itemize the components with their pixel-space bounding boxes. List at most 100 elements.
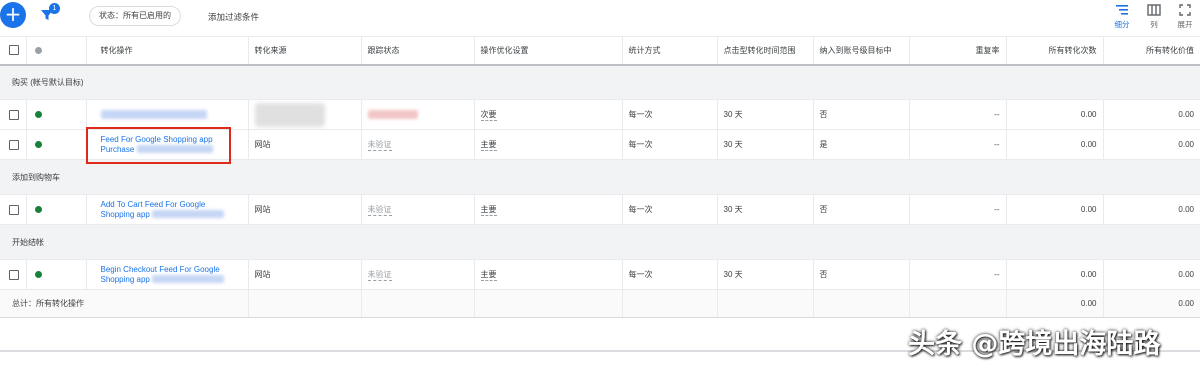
action-name-cell[interactable]: Add To Cart Feed For Google Shopping app (86, 194, 249, 225)
status-header (26, 36, 87, 66)
toolbar: + 1 状态：所有已启用的 添加过滤条件 细分 列 展开 (0, 0, 1200, 36)
header-tracking[interactable]: 跟踪状态 (361, 36, 475, 66)
include-value: 否 (813, 259, 910, 290)
tracking-value[interactable]: 未验证 (367, 140, 392, 151)
expand-label: 展开 (1177, 20, 1193, 29)
segment-label: 细分 (1114, 20, 1130, 29)
conversions-value: 0.00 (1006, 194, 1104, 225)
action-name-link[interactable]: Begin Checkout Feed For Google (101, 265, 242, 275)
tracking-value[interactable]: 未验证 (367, 270, 392, 281)
select-all-cell (0, 36, 27, 66)
select-all-checkbox[interactable] (9, 45, 19, 56)
conversion-actions-table: 转化操作 转化来源 跟踪状态 操作优化设置 统计方式 点击型转化时间范围 纳入到… (0, 36, 1200, 318)
status-dot-icon (34, 47, 42, 55)
source-value: 网站 (248, 194, 362, 225)
group-label: 添加到购物车 (0, 159, 1200, 195)
filter-count-badge: 1 (49, 3, 60, 14)
header-window[interactable]: 点击型转化时间范围 (717, 36, 814, 66)
table-header-row: 转化操作 转化来源 跟踪状态 操作优化设置 统计方式 点击型转化时间范围 纳入到… (0, 36, 1200, 66)
columns-label: 列 (1150, 20, 1158, 29)
counting-value: 每一次 (622, 194, 718, 225)
plus-icon[interactable]: + (0, 2, 26, 28)
total-row: 总计：所有转化操作 0.00 0.00 (0, 289, 1200, 318)
action-name-link-line2[interactable]: Shopping app (101, 210, 150, 219)
include-value: 否 (813, 99, 910, 130)
tracking-value[interactable]: 未验证 (367, 205, 392, 216)
segment-button[interactable]: 细分 (1107, 4, 1137, 30)
columns-button[interactable]: 列 (1139, 4, 1169, 30)
optimization-value[interactable]: 主要 (480, 205, 497, 216)
conversions-value: 0.00 (1006, 129, 1104, 160)
dup-rate-value: -- (909, 194, 1007, 225)
conversion-value: 0.00 (1103, 194, 1200, 225)
table-row[interactable]: Feed For Google Shopping app Purchase 网站… (0, 129, 1200, 160)
redacted-action-suffix (152, 275, 225, 284)
group-row: 添加到购物车 (0, 159, 1200, 195)
row-checkbox[interactable] (9, 269, 19, 280)
include-value: 是 (813, 129, 910, 160)
add-filter-button[interactable]: 添加过滤条件 (208, 11, 259, 23)
conversion-value: 0.00 (1103, 129, 1200, 160)
conversions-value: 0.00 (1006, 259, 1104, 290)
optimization-value[interactable]: 主要 (480, 140, 497, 151)
table-row[interactable]: 次要 每一次 30 天 否 -- 0.00 0.00 (0, 99, 1200, 130)
action-name-cell[interactable]: Feed For Google Shopping app Purchase (86, 129, 249, 160)
expand-button[interactable]: 展开 (1170, 4, 1200, 30)
group-row: 开始结帐 (0, 224, 1200, 260)
action-name-link[interactable]: Feed For Google Shopping app (101, 135, 242, 145)
conversion-value: 0.00 (1103, 259, 1200, 290)
header-dup-rate[interactable]: 重复率 (909, 36, 1007, 66)
header-all-conversions[interactable]: 所有转化次数 (1006, 36, 1104, 66)
redacted-action-name[interactable] (100, 110, 207, 120)
group-label: 购买 (帐号默认目标) (0, 64, 1200, 100)
counting-value: 每一次 (622, 259, 718, 290)
redacted-source (254, 102, 325, 127)
redacted-tracking (367, 110, 418, 120)
total-conversions: 0.00 (1006, 289, 1104, 318)
group-label: 开始结帐 (0, 224, 1200, 260)
source-value: 网站 (248, 259, 362, 290)
row-checkbox[interactable] (9, 139, 19, 150)
include-value: 否 (813, 194, 910, 225)
enabled-status-icon (34, 111, 42, 119)
counting-value: 每一次 (622, 129, 718, 160)
action-name-link-line2[interactable]: Purchase (101, 145, 135, 154)
table-row[interactable]: Add To Cart Feed For Google Shopping app… (0, 194, 1200, 225)
status-filter-chip[interactable]: 状态：所有已启用的 (89, 6, 181, 26)
counting-value: 每一次 (622, 99, 718, 130)
header-counting[interactable]: 统计方式 (622, 36, 718, 66)
header-all-value[interactable]: 所有转化价值 (1103, 36, 1200, 66)
group-row: 购买 (帐号默认目标) (0, 64, 1200, 100)
conversion-value: 0.00 (1103, 99, 1200, 130)
segment-icon (1116, 5, 1128, 15)
action-name-link-line2[interactable]: Shopping app (101, 275, 150, 284)
header-include[interactable]: 纳入到账号级目标中 (813, 36, 910, 66)
dup-rate-value: -- (909, 99, 1007, 130)
optimization-value[interactable]: 主要 (480, 270, 497, 281)
window-value: 30 天 (717, 259, 814, 290)
enabled-status-icon (34, 271, 42, 279)
window-value: 30 天 (717, 99, 814, 130)
redacted-action-suffix (136, 145, 213, 154)
source-value: 网站 (248, 129, 362, 160)
header-action[interactable]: 转化操作 (86, 36, 249, 66)
header-optimization[interactable]: 操作优化设置 (474, 36, 623, 66)
columns-icon (1147, 4, 1161, 16)
optimization-value[interactable]: 次要 (480, 110, 497, 121)
header-source[interactable]: 转化来源 (248, 36, 362, 66)
action-name-cell[interactable]: Begin Checkout Feed For Google Shopping … (86, 259, 249, 290)
row-checkbox[interactable] (9, 204, 19, 215)
total-label: 总计：所有转化操作 (0, 289, 249, 318)
enabled-status-icon (34, 141, 42, 149)
dup-rate-value: -- (909, 259, 1007, 290)
dup-rate-value: -- (909, 129, 1007, 160)
watermark: 头条 @跨境出海陆路 (908, 329, 1161, 360)
conversions-value: 0.00 (1006, 99, 1104, 130)
table-row[interactable]: Begin Checkout Feed For Google Shopping … (0, 259, 1200, 290)
enabled-status-icon (34, 206, 42, 214)
action-name-link[interactable]: Add To Cart Feed For Google (101, 200, 242, 210)
expand-icon (1179, 4, 1191, 16)
row-checkbox[interactable] (9, 109, 19, 120)
window-value: 30 天 (717, 194, 814, 225)
window-value: 30 天 (717, 129, 814, 160)
